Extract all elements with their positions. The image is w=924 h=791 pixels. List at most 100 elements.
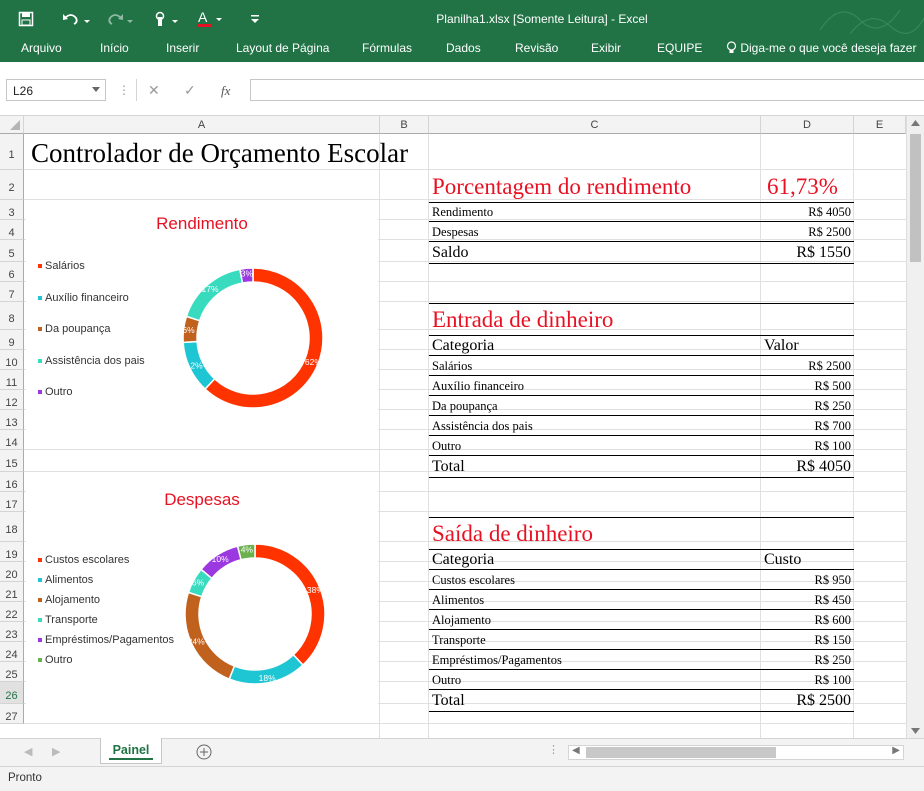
title-decoration-icon — [819, 9, 924, 35]
expenses-category: Alojamento — [432, 613, 492, 627]
scroll-left-icon[interactable]: ◀ — [572, 745, 580, 756]
row-header[interactable]: 24 — [0, 642, 24, 662]
tab-dados[interactable]: Dados — [446, 41, 481, 55]
row-header[interactable]: 7 — [0, 282, 24, 302]
income-amount: R$ 500 — [814, 379, 851, 393]
tab-layout-de-pagina[interactable]: Layout de Página — [236, 41, 329, 55]
row-header[interactable]: 17 — [0, 492, 24, 512]
chevron-down-icon[interactable] — [92, 87, 100, 92]
row-header[interactable]: 5 — [0, 240, 24, 262]
row-header[interactable]: 27 — [0, 704, 24, 724]
row-gridline — [24, 169, 906, 170]
expenses-row-rule — [429, 689, 854, 690]
row-header[interactable]: 12 — [0, 390, 24, 410]
tab-exibir[interactable]: Exibir — [591, 41, 621, 55]
chart-rendimento[interactable]: Rendimento Salários Auxílio financeiro Da … — [26, 203, 378, 435]
tab-revisao[interactable]: Revisão — [515, 41, 558, 55]
row-header[interactable]: 15 — [0, 450, 24, 472]
tab-formulas[interactable]: Fórmulas — [362, 41, 412, 55]
row-header[interactable]: 8 — [0, 302, 24, 330]
legend-entry: Empréstimos/Pagamentos — [38, 634, 174, 646]
sheet-tab-painel[interactable]: Painel — [100, 738, 162, 764]
row-header[interactable]: 10 — [0, 350, 24, 370]
scroll-right-icon[interactable]: ▶ — [892, 745, 900, 756]
formula-bar: L26 ⋮ ✕ ✓ fx — [0, 62, 924, 116]
legend-swatch — [38, 578, 42, 583]
row-header[interactable]: 13 — [0, 410, 24, 430]
income-total-value: R$ 4050 — [796, 458, 851, 475]
row-header[interactable]: 3 — [0, 200, 24, 220]
row-header[interactable]: 25 — [0, 662, 24, 682]
legend-label: Outro — [45, 386, 73, 398]
expenses-amount: R$ 450 — [814, 593, 851, 607]
row-header[interactable]: 9 — [0, 330, 24, 350]
income-category: Assistência dos pais — [432, 419, 533, 433]
row-header[interactable]: 11 — [0, 370, 24, 390]
income-amount: R$ 700 — [814, 419, 851, 433]
formula-input[interactable] — [250, 79, 924, 101]
tell-me-box[interactable]: Diga-me o que você deseja fazer — [726, 41, 916, 55]
donut-slice — [185, 268, 244, 322]
enter-icon[interactable]: ✓ — [184, 82, 196, 99]
row-header[interactable]: 23 — [0, 622, 24, 642]
name-box[interactable]: L26 — [6, 79, 106, 101]
expenses-amount: R$ 150 — [814, 633, 851, 647]
cancel-icon[interactable]: ✕ — [148, 82, 160, 99]
name-box-value: L26 — [13, 84, 34, 98]
expenses-amount: R$ 950 — [814, 573, 851, 587]
scroll-up-icon[interactable] — [911, 120, 920, 126]
select-all-corner[interactable] — [0, 116, 24, 134]
summary-title: Porcentagem do rendimento — [432, 174, 692, 199]
vertical-scrollbar[interactable] — [906, 116, 924, 738]
column-header-e[interactable]: E — [854, 116, 906, 134]
row-header[interactable]: 6 — [0, 262, 24, 282]
column-header-c[interactable]: C — [429, 116, 761, 134]
row-header[interactable]: 20 — [0, 562, 24, 582]
saldo-label: Saldo — [432, 244, 469, 261]
row-header[interactable]: 22 — [0, 602, 24, 622]
tab-inserir[interactable]: Inserir — [166, 41, 199, 55]
vertical-scroll-thumb[interactable] — [910, 134, 921, 262]
donut-data-label: 6% — [192, 578, 205, 588]
tab-inicio[interactable]: Início — [100, 41, 129, 55]
income-rule — [429, 355, 854, 356]
legend-entry: Transporte — [38, 614, 98, 626]
row-header[interactable]: 4 — [0, 220, 24, 240]
row-header[interactable]: 19 — [0, 542, 24, 562]
legend-label: Salários — [45, 260, 85, 272]
income-rule — [429, 335, 854, 336]
row-header[interactable]: 2 — [0, 170, 24, 200]
add-sheet-icon[interactable] — [196, 744, 212, 760]
next-sheet-icon[interactable]: ▶ — [52, 745, 60, 758]
worksheet-grid[interactable]: A B C D E 1 2 3 4 5 6 7 8 9 10 11 12 13 14 15 16 17 18 19 2… — [0, 116, 924, 738]
legend-swatch — [38, 618, 42, 623]
row-header[interactable]: 1 — [0, 134, 24, 170]
tab-arquivo[interactable]: Arquivo — [21, 41, 62, 55]
expenses-row-rule — [429, 669, 854, 670]
legend-label: Custos escolares — [45, 554, 130, 566]
expenses-total-value: R$ 2500 — [796, 692, 851, 709]
column-header-a[interactable]: A — [24, 116, 380, 134]
row-header[interactable]: 18 — [0, 512, 24, 542]
more-options-icon[interactable]: ⋮ — [118, 83, 130, 97]
legend-swatch — [38, 558, 42, 563]
chart-despesas[interactable]: Despesas Custos escolares Alimentos Alojam… — [26, 479, 378, 711]
donut-data-label: 24% — [188, 637, 205, 647]
horizontal-scroll-thumb[interactable] — [586, 747, 776, 758]
column-header-d[interactable]: D — [761, 116, 854, 134]
prev-sheet-icon[interactable]: ◀ — [24, 745, 32, 758]
horizontal-scrollbar[interactable]: ◀ ▶ — [568, 745, 904, 760]
insert-function-icon[interactable]: fx — [221, 83, 230, 99]
expenses-rule — [429, 569, 854, 570]
scroll-down-icon[interactable] — [911, 728, 920, 734]
tab-equipe[interactable]: EQUIPE — [657, 41, 702, 55]
expenses-col-custo: Custo — [764, 551, 802, 568]
row-header[interactable]: 26 — [0, 682, 24, 704]
row-header[interactable]: 21 — [0, 582, 24, 602]
column-header-b[interactable]: B — [380, 116, 429, 134]
income-row-rule — [429, 375, 854, 376]
row-header[interactable]: 14 — [0, 430, 24, 450]
tab-split-handle-icon[interactable]: ⋮ — [548, 743, 559, 756]
row-header[interactable]: 16 — [0, 472, 24, 492]
donut-data-label: 18% — [259, 673, 276, 683]
